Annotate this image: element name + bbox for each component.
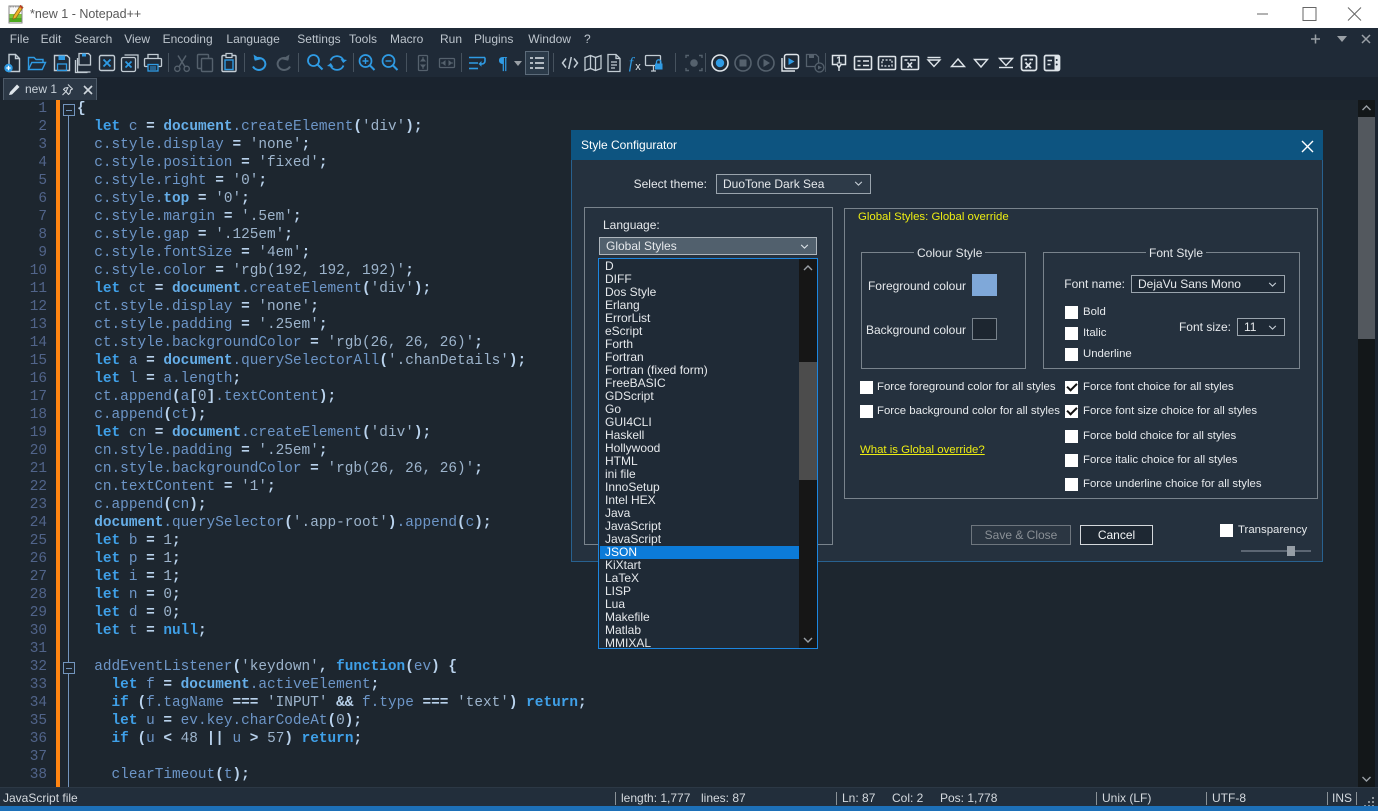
- svg-text:1: 1: [837, 56, 843, 67]
- svg-text:x: x: [635, 61, 641, 73]
